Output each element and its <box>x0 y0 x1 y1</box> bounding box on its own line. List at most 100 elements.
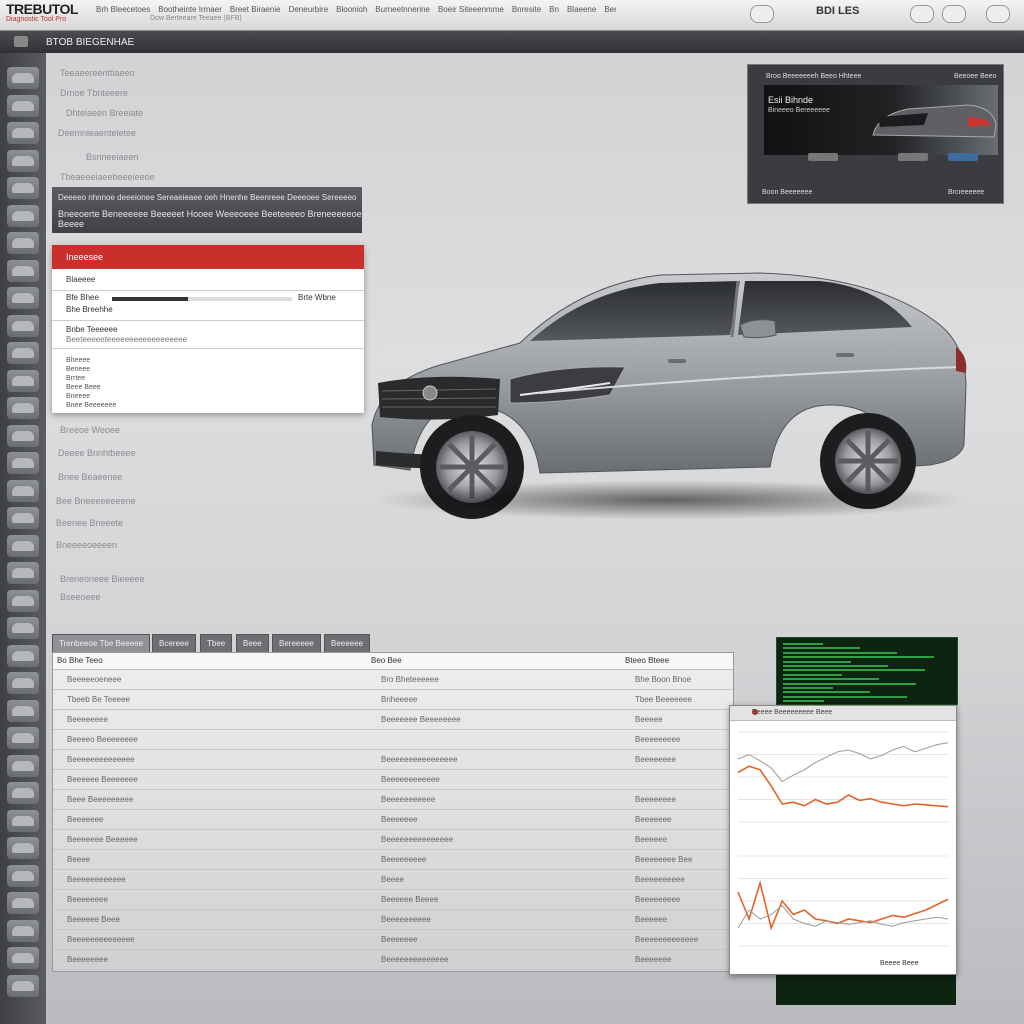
table-row[interactable]: Tbeeb Be Teeeee Bnheeeee Tbee Beeeeeee <box>53 691 733 710</box>
sidebar-item-icon[interactable] <box>7 452 39 474</box>
settings-icon[interactable] <box>942 5 966 23</box>
table-cell: Bnheeeee <box>381 695 418 704</box>
dropdown-list-item[interactable]: Beee Beee <box>66 384 101 391</box>
promo-button[interactable] <box>948 153 978 161</box>
app-logo[interactable]: TREBUTOL Diagnostic Tool Pro <box>6 2 86 26</box>
table-column-header[interactable]: Bteeo Bteee <box>625 656 669 665</box>
sidebar-item-icon[interactable] <box>7 314 39 337</box>
sidebar-item-icon[interactable] <box>7 617 39 639</box>
terminal-line <box>783 687 833 689</box>
sidebar-item-icon[interactable] <box>7 177 39 199</box>
help-icon[interactable] <box>986 5 1010 23</box>
top-menu-item[interactable]: Deneurbire <box>289 5 329 14</box>
chart-window[interactable]: Beeee Beeeeeeeee Beee Beeee Beee <box>729 705 957 975</box>
table-row[interactable]: Beeeeo Beeeeeeee Beeeeeeeee <box>53 731 733 750</box>
table-row[interactable]: Beeeeee Beee Beeeeeeeeee Beeeeee <box>53 911 733 930</box>
dropdown-header[interactable]: Ineeesee <box>52 245 364 269</box>
sidebar-item-icon[interactable] <box>7 479 39 502</box>
left-text-item: Deemnieaenteietee <box>58 128 137 138</box>
promo-panel[interactable]: Broo Beeeeeeeh Beeo Hhteee Beeoee Beeo E… <box>747 64 1004 204</box>
sidebar-item-icon[interactable] <box>7 424 39 447</box>
dropdown-row[interactable]: Bfe Bhee Brte Wbne Bhe Breehhe <box>52 291 364 321</box>
table-row[interactable]: Beee Beeeeeeeee Beeeeeeeeeee Beeeeeeee <box>53 791 733 810</box>
promo-button[interactable] <box>898 153 928 161</box>
tab-3[interactable]: Beee <box>236 634 269 654</box>
tab-1[interactable]: Bcereee <box>152 634 196 654</box>
left-text-item: Bee Bneeeeeeeene <box>56 496 136 506</box>
tab-4[interactable]: Bereeeee <box>272 634 321 654</box>
sidebar-item-icon[interactable] <box>7 94 39 117</box>
table-row[interactable]: Beeeeee Beeeeeee Beeeeeeeeeeee <box>53 771 733 790</box>
dropdown-list-item[interactable]: Brrtee <box>66 375 85 382</box>
sidebar-item-icon[interactable] <box>7 562 39 584</box>
sidebar-item-icon[interactable] <box>7 397 39 419</box>
dropdown-row[interactable]: Blaeeee <box>52 269 364 291</box>
tab-0[interactable]: Trenbeeoe Tbe Beeeee <box>52 634 151 654</box>
table-row[interactable]: Beeeeeeeeeeeeee Beeeeeee Beeeeeeeeeeeee <box>53 931 733 950</box>
top-menu-item[interactable]: Blaeene <box>567 5 596 14</box>
table-row[interactable]: Beeeeeeee Beeeeeeeeeeeeee Beeeeeee <box>53 951 733 970</box>
sidebar-item-icon[interactable] <box>7 892 39 914</box>
sidebar-item-icon[interactable] <box>7 204 39 227</box>
top-menu-item[interactable]: Bootheinte Irmaer <box>158 5 222 14</box>
user-icon[interactable] <box>910 5 934 23</box>
sidebar-item-icon[interactable] <box>7 342 39 364</box>
top-bar: TREBUTOL Diagnostic Tool Pro Brh Bleecet… <box>0 0 1024 31</box>
sidebar-item-icon[interactable] <box>7 287 39 309</box>
top-menu-item[interactable]: Bloonioh <box>336 5 367 14</box>
dropdown-list-item[interactable]: Bnee Beeeeeee <box>66 402 116 409</box>
table-row[interactable]: Beeeeeeee Beeeeeee Beeeeeeee Beeeee <box>53 711 733 730</box>
sidebar-item-icon[interactable] <box>7 974 39 997</box>
sidebar-item-icon[interactable] <box>7 67 39 89</box>
table-column-header[interactable]: Beo Bee <box>371 656 402 665</box>
table-cell: Beeeeeee <box>67 815 104 824</box>
dropdown-row[interactable]: Bnbe Teeeeee Beeteeeeeteeeeeeeeeeeeeeeee… <box>52 321 364 349</box>
left-text-item: Bneeeeoeeeen <box>56 540 118 550</box>
promo-footer-left[interactable]: Boon Beeeeeee <box>762 189 812 196</box>
sidebar-item-icon[interactable] <box>7 644 39 667</box>
sidebar-item-icon[interactable] <box>7 232 39 254</box>
top-menu-item[interactable]: Bn <box>549 5 559 14</box>
sidebar-item-icon[interactable] <box>7 149 39 172</box>
table-row[interactable]: Beeeeeee Beeeeee Beeeeeeeeeeeeeee Beeeeee <box>53 831 733 850</box>
sidebar-item-icon[interactable] <box>7 534 39 557</box>
sidebar-item-icon[interactable] <box>7 507 39 529</box>
top-menu-item[interactable]: Bnresite <box>512 5 541 14</box>
sidebar-item-icon[interactable] <box>7 122 39 144</box>
grid-icon[interactable] <box>750 5 774 23</box>
top-menu-item[interactable]: Burneetnnerine <box>375 5 430 14</box>
sidebar-item-icon[interactable] <box>7 727 39 749</box>
sidebar-item-icon[interactable] <box>7 754 39 777</box>
promo-button[interactable] <box>808 153 838 161</box>
table-row[interactable]: Beeeeeeeeeeeeee Beeeeeeeeeeeeeeee Beeeeeee… <box>53 751 733 770</box>
sidebar-item-icon[interactable] <box>7 589 39 612</box>
table-row[interactable]: Beeee Beeeeeeeee Beeeeeeee Bee <box>53 851 733 870</box>
sidebar-item-icon[interactable] <box>7 699 39 722</box>
table-row[interactable]: Beeeeeeeeeeee Beeee Beeeeeeeeee <box>53 871 733 890</box>
table-row[interactable]: Beeeeeoeneee Bro Bheteeeeee Bhe Boon Bhoe <box>53 671 733 690</box>
top-menu-item[interactable]: Brh Bleecetoes <box>96 5 150 14</box>
table-row[interactable]: Beeeeeeee Beeeeee Beeee Beeeeeeeee <box>53 891 733 910</box>
promo-footer-right[interactable]: Brcreeeeee <box>948 189 984 196</box>
dropdown-list-item[interactable]: Beneee <box>66 366 90 373</box>
sidebar-item-icon[interactable] <box>7 809 39 832</box>
sidebar-item-icon[interactable] <box>7 837 39 859</box>
dropdown-list-item[interactable]: Bneeee <box>66 393 90 400</box>
table-column-header[interactable]: Bo Bhe Teeo <box>57 656 103 665</box>
top-menu-item[interactable]: Bero <box>604 5 616 14</box>
top-menu-item[interactable]: Boeir Siteeenmme <box>438 5 504 14</box>
sidebar-item-icon[interactable] <box>7 947 39 969</box>
dropdown-list-item[interactable]: Bheeee <box>66 357 90 364</box>
sidebar-item-icon[interactable] <box>7 259 39 282</box>
sidebar-item-icon[interactable] <box>7 782 39 804</box>
sidebar-item-icon[interactable] <box>7 919 39 942</box>
menu-icon[interactable] <box>14 36 28 47</box>
sidebar-item-icon[interactable] <box>7 369 39 392</box>
sidebar-item-icon[interactable] <box>7 864 39 887</box>
tab-2[interactable]: Tbee <box>200 634 233 654</box>
breadcrumb[interactable]: BTOB BIEGENHAE <box>46 37 134 48</box>
table-row[interactable]: Beeeeeee Beeeeeee Beeeeeee <box>53 811 733 830</box>
sidebar-item-icon[interactable] <box>7 672 39 694</box>
tab-5[interactable]: Beeeeee <box>324 634 371 654</box>
top-menu-item[interactable]: Breet Biraenie <box>230 5 281 14</box>
